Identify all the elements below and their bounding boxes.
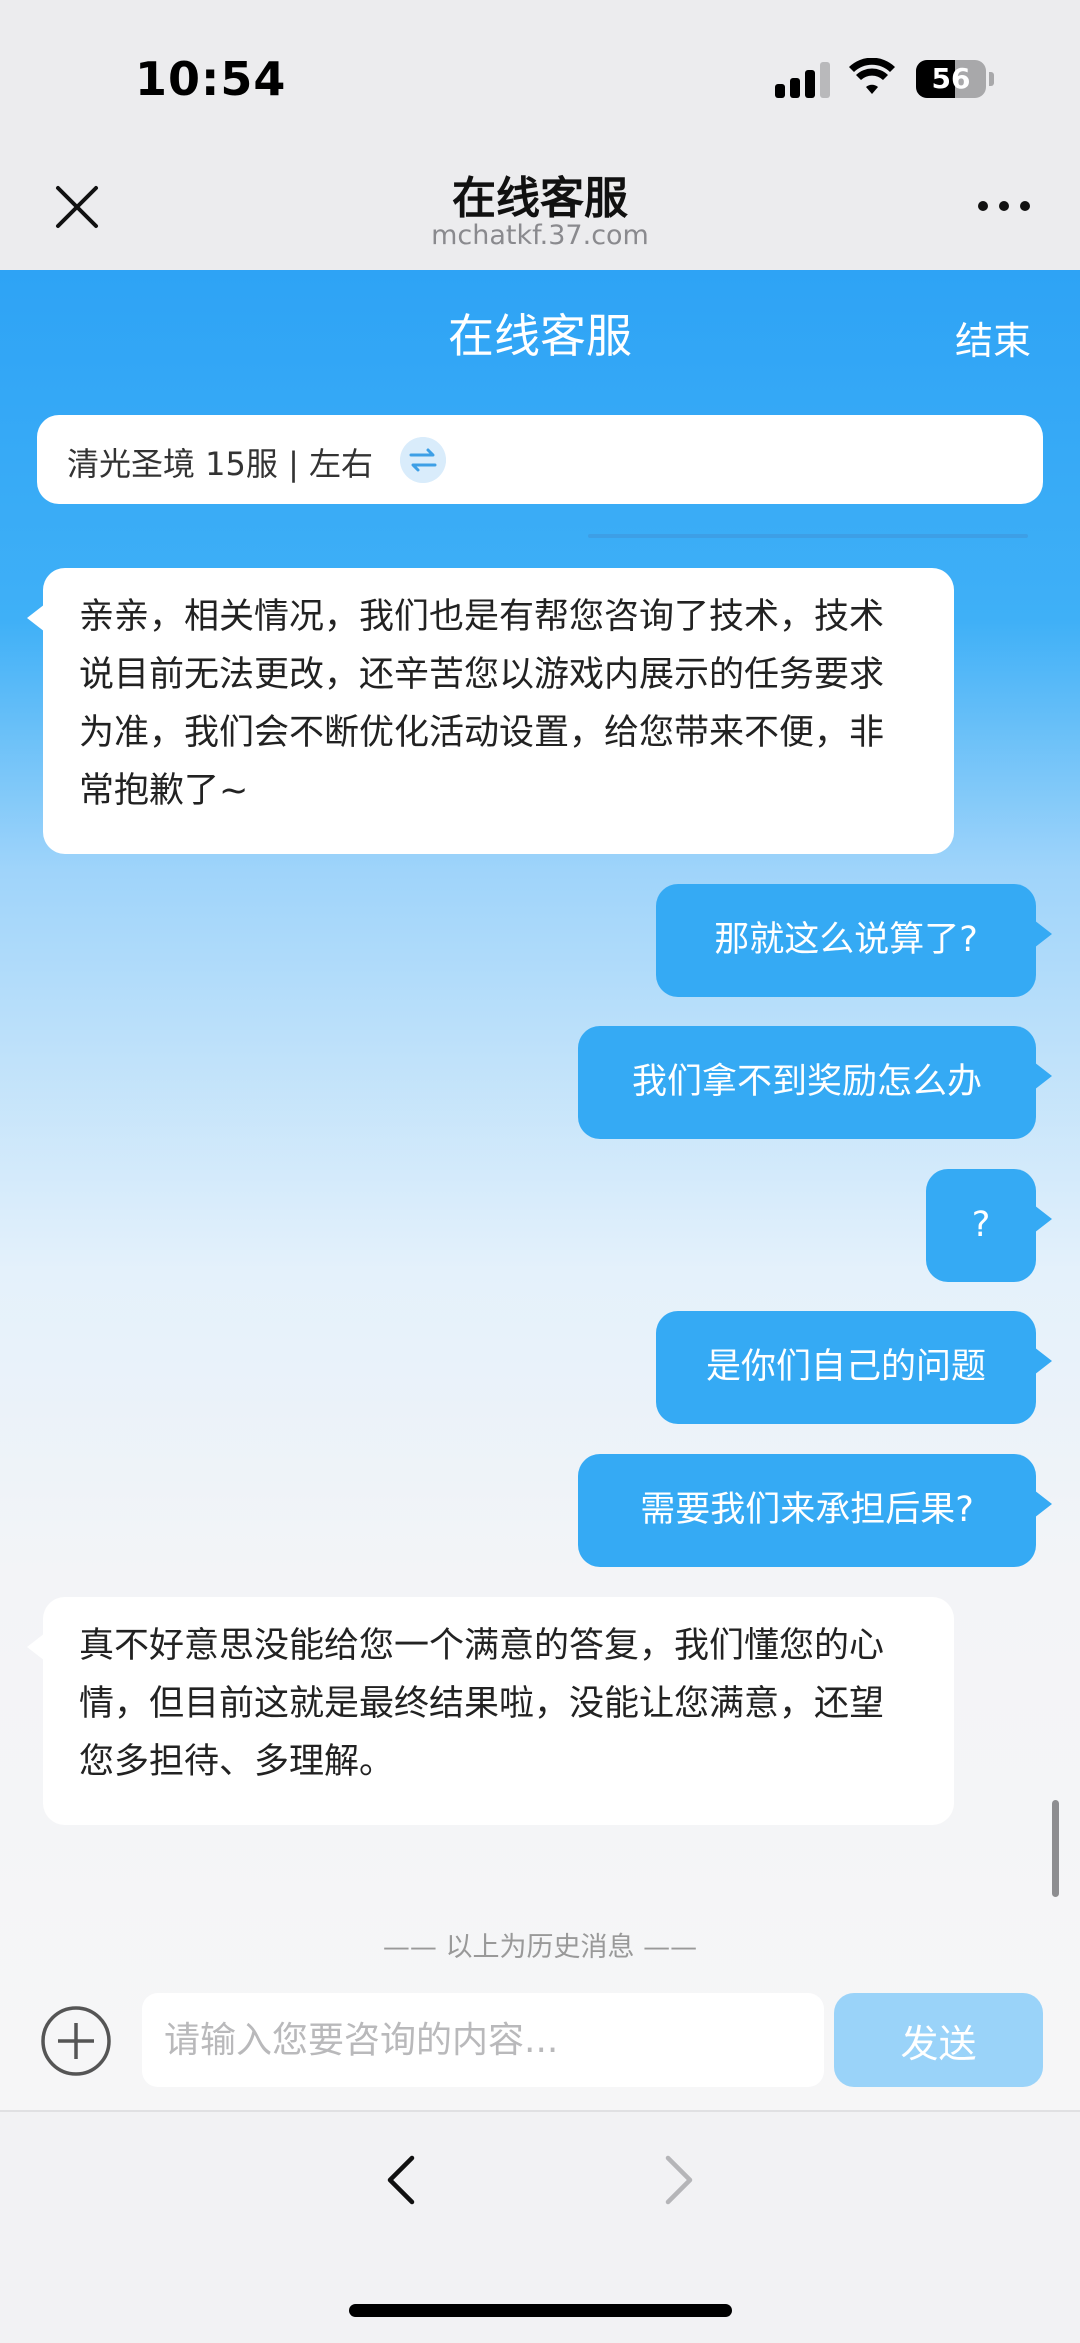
battery-icon: 56 [916, 60, 986, 98]
history-note: —— 以上为历史消息 —— [382, 1932, 698, 1963]
battery-cap [989, 72, 994, 86]
message-bubble-user: ? [926, 1169, 1052, 1282]
message-bubble-user: 需要我们来承担后果? [578, 1454, 1052, 1567]
wifi-icon [849, 58, 895, 94]
more-icon[interactable] [978, 197, 1030, 217]
forward-icon[interactable] [652, 2150, 702, 2210]
browser-title: 在线客服 [452, 173, 628, 224]
message-bubble-user: 我们拿不到奖励怎么办 [578, 1026, 1052, 1139]
end-chat-button[interactable]: 结束 [955, 310, 1031, 365]
home-indicator[interactable] [349, 2304, 732, 2317]
scrollbar[interactable] [1052, 1800, 1059, 1897]
browser-url: mchatkf.37.com [431, 220, 649, 251]
switch-icon[interactable] [400, 437, 446, 483]
server-label: 清光圣境 15服 | 左右 [67, 445, 374, 483]
send-button[interactable]: 发送 [834, 1993, 1043, 2087]
message-input[interactable] [142, 1993, 824, 2087]
server-info-bar[interactable]: 清光圣境 15服 | 左右 [37, 415, 1043, 504]
cellular-signal-icon [775, 62, 833, 98]
back-icon[interactable] [378, 2150, 428, 2210]
message-bubble-user: 是你们自己的问题 [656, 1311, 1052, 1424]
chat-header-title: 在线客服 [448, 309, 632, 363]
scroll-divider [588, 534, 1028, 538]
message-bubble-agent: 亲亲，相关情况，我们也是有帮您咨询了技术，技术说目前无法更改，还辛苦您以游戏内展… [27, 568, 954, 854]
status-time: 10:54 [135, 52, 287, 106]
message-bubble-user: 那就这么说算了? [656, 884, 1052, 997]
chat-area[interactable] [0, 270, 1080, 2110]
battery-level: 56 [931, 62, 971, 95]
add-icon[interactable] [40, 2005, 112, 2077]
message-bubble-agent: 真不好意思没能给您一个满意的答复，我们懂您的心情，但目前这就是最终结果啦，没能让… [27, 1597, 954, 1825]
